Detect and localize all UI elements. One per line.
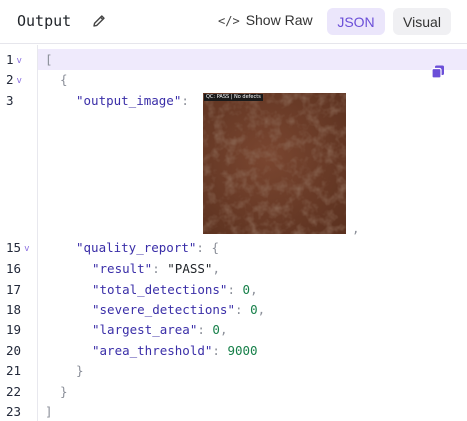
image-caption: QC: PASS | No defects bbox=[204, 94, 263, 101]
json-number-value: 0 bbox=[242, 282, 251, 297]
total-detections-line: "total_detections": 0, bbox=[92, 282, 258, 297]
largest-area-line: "largest_area": 0, bbox=[92, 322, 228, 337]
area-threshold-line: "area_threshold": 9000 bbox=[92, 343, 258, 358]
line-number: 1v bbox=[6, 52, 22, 67]
chevron-down-icon[interactable]: v bbox=[24, 244, 29, 254]
line-number: 18 bbox=[6, 302, 22, 317]
json-editor[interactable]: 1v 2v 3 15 v 16 17 18 19 20 21 22 23 [ { … bbox=[0, 45, 467, 421]
output-header: Output </> Show Raw JSON Visual bbox=[0, 0, 467, 44]
line-number: 15 v bbox=[6, 240, 30, 255]
json-key: "output_image" bbox=[76, 93, 182, 108]
active-line-highlight bbox=[0, 49, 467, 70]
severe-detections-line: "severe_detections": 0, bbox=[92, 302, 266, 317]
json-close-bracket: ] bbox=[45, 404, 53, 419]
tab-visual[interactable]: Visual bbox=[393, 8, 451, 35]
show-raw-button[interactable]: </> Show Raw bbox=[218, 12, 313, 28]
json-key: "result" bbox=[92, 261, 153, 276]
quality-report-line: "quality_report": { bbox=[76, 240, 220, 255]
json-key: "severe_detections" bbox=[92, 302, 235, 317]
json-open-bracket: [ bbox=[45, 52, 53, 67]
json-key: "area_threshold" bbox=[92, 343, 213, 358]
json-key: "total_detections" bbox=[92, 282, 228, 297]
json-key: "quality_report" bbox=[76, 240, 197, 255]
json-close-brace: } bbox=[76, 363, 84, 378]
output-title: Output bbox=[17, 12, 72, 30]
line-number: 21 bbox=[6, 363, 22, 378]
line-number: 22 bbox=[6, 384, 22, 399]
copy-icon[interactable] bbox=[430, 64, 446, 80]
pencil-icon[interactable] bbox=[91, 13, 107, 29]
chevron-down-icon[interactable]: v bbox=[17, 56, 22, 66]
output-image-thumbnail[interactable]: QC: PASS | No defects bbox=[203, 93, 346, 234]
line-number: 23 bbox=[6, 404, 22, 419]
leather-texture-image bbox=[203, 93, 346, 234]
line-number: 2v bbox=[6, 72, 22, 87]
json-open-brace: { bbox=[60, 72, 68, 87]
json-comma: , bbox=[352, 221, 360, 236]
json-string-value: "PASS" bbox=[167, 261, 213, 276]
json-key: "largest_area" bbox=[92, 322, 198, 337]
code-icon: </> bbox=[218, 14, 240, 28]
chevron-down-icon[interactable]: v bbox=[17, 76, 22, 86]
json-number-value: 0 bbox=[212, 322, 220, 337]
line-number: 19 bbox=[6, 322, 22, 337]
json-number-value: 9000 bbox=[227, 343, 258, 358]
line-number: 17 bbox=[6, 282, 22, 297]
tab-json[interactable]: JSON bbox=[327, 8, 385, 35]
result-line: "result": "PASS", bbox=[92, 261, 220, 276]
show-raw-label: Show Raw bbox=[245, 12, 313, 28]
json-close-brace: } bbox=[60, 384, 68, 399]
line-number: 20 bbox=[6, 343, 22, 358]
output-image-line: "output_image": bbox=[76, 93, 197, 108]
line-number: 3 bbox=[6, 93, 14, 108]
json-number-value: 0 bbox=[250, 302, 258, 317]
line-number: 16 bbox=[6, 261, 22, 276]
